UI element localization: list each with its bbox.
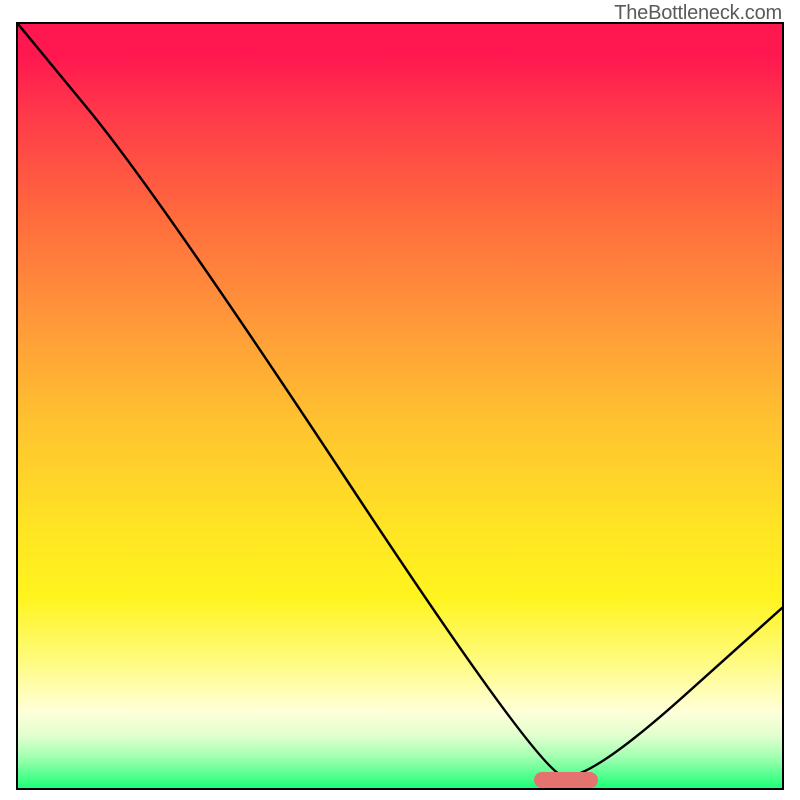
curve-path [18, 24, 782, 776]
chart-curve [18, 24, 782, 788]
chart-frame [16, 22, 784, 790]
optimum-marker [534, 772, 598, 788]
